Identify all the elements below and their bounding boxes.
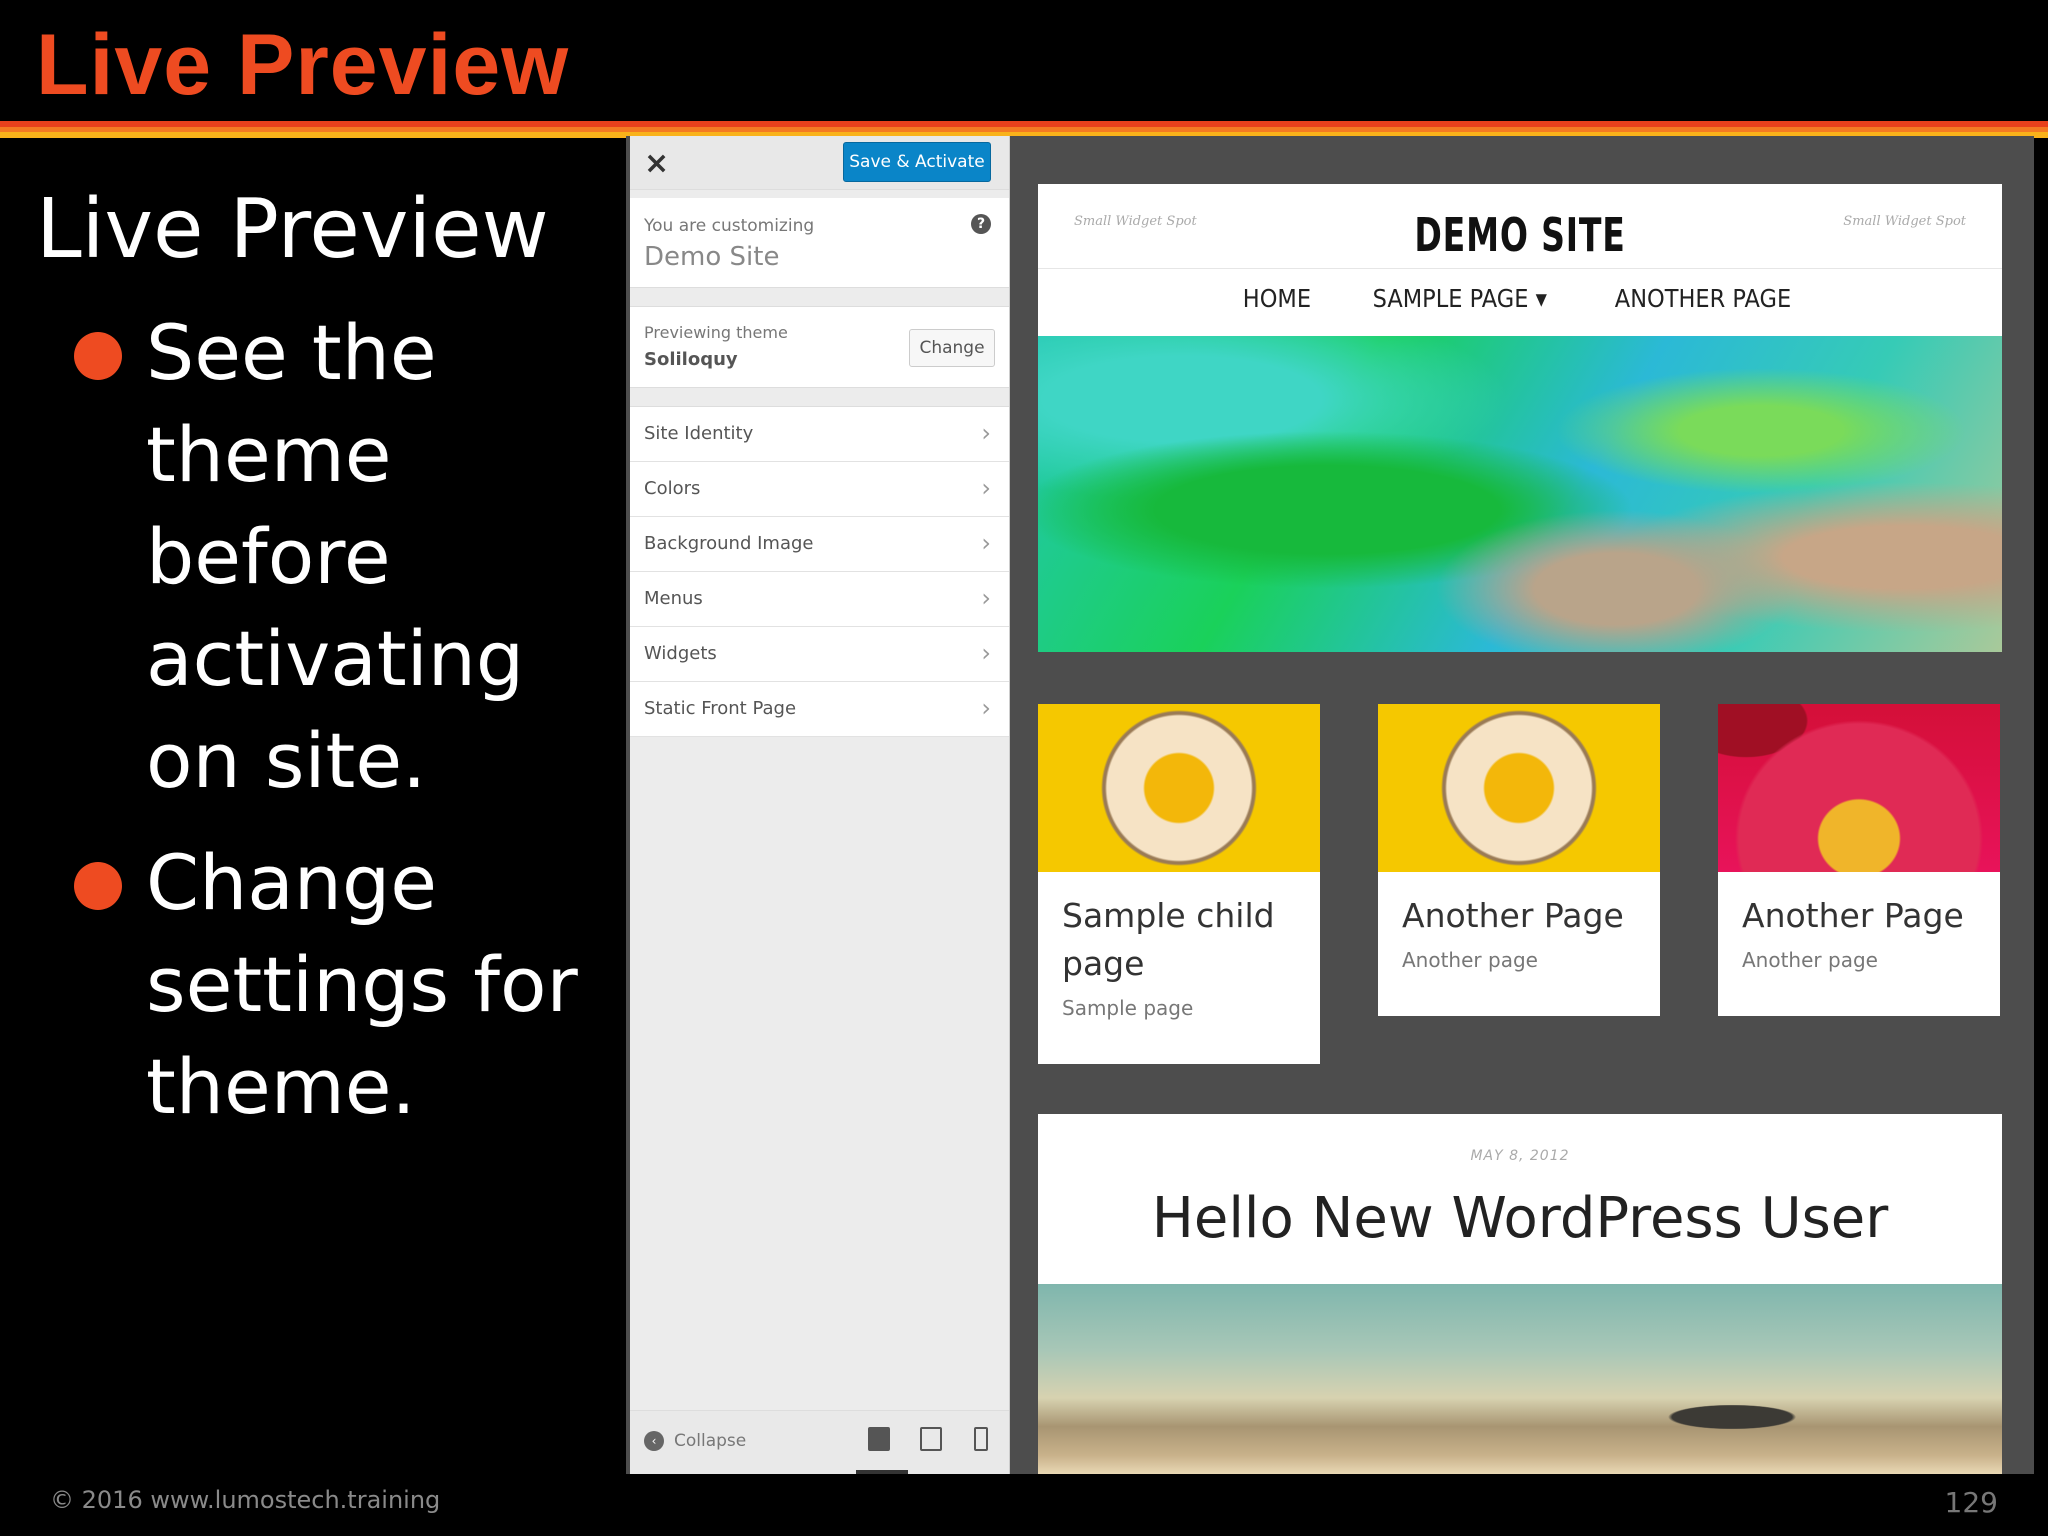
collapse-icon: ‹ (644, 1431, 664, 1451)
panel-site-identity[interactable]: Site Identity › (630, 407, 1009, 462)
blog-post: MAY 8, 2012 Hello New WordPress User (1038, 1114, 2002, 1474)
bullet-item: See the theme before activating on site. (74, 302, 614, 812)
mobile-icon[interactable] (974, 1427, 988, 1451)
slide-title: Live Preview (36, 17, 570, 113)
card-image (1378, 704, 1660, 872)
collapse-label: Collapse (674, 1431, 747, 1451)
card-image (1038, 704, 1320, 872)
customizer-toolbar: × Save & Activate (630, 136, 1009, 190)
post-featured-image (1038, 1284, 2002, 1474)
help-icon[interactable]: ? (971, 214, 991, 234)
panel-static-front-page[interactable]: Static Front Page › (630, 682, 1009, 737)
panel-label: Widgets (644, 643, 717, 664)
card-title: Another Page (1402, 896, 1624, 935)
theme-name: Soliloquy (644, 349, 738, 370)
nav-item-sample-page[interactable]: SAMPLE PAGE ▾ (1373, 284, 1547, 313)
page-card[interactable]: Sample child page Sample page (1038, 704, 1320, 1064)
panel-label: Menus (644, 588, 703, 609)
customizer-screenshot: × Save & Activate You are customizing De… (626, 136, 2034, 1474)
close-icon[interactable]: × (644, 146, 669, 181)
site-name: Demo Site (644, 242, 780, 272)
bullet-item: Change settings for theme. (74, 832, 614, 1138)
card-subtitle: Another page (1742, 948, 1878, 972)
tablet-icon[interactable] (920, 1427, 942, 1451)
bullet-dot-icon (74, 862, 122, 910)
site-header: Small Widget Spot Small Widget Spot DEMO… (1038, 184, 2002, 336)
change-theme-button[interactable]: Change (909, 329, 995, 367)
chevron-right-icon: › (981, 529, 991, 557)
customizing-info: You are customizing Demo Site ? (630, 198, 1009, 288)
post-date: MAY 8, 2012 (1470, 1148, 1570, 1164)
chevron-right-icon: › (981, 584, 991, 612)
chevron-right-icon: › (981, 419, 991, 447)
site-nav: HOME SAMPLE PAGE ▾ ANOTHER PAGE (1038, 284, 2002, 313)
previewing-label: Previewing theme (644, 323, 788, 342)
panel-widgets[interactable]: Widgets › (630, 627, 1009, 682)
panel-label: Background Image (644, 533, 814, 554)
bullet-dot-icon (74, 332, 122, 380)
nav-item-another-page[interactable]: ANOTHER PAGE (1614, 284, 1790, 313)
customizing-label: You are customizing (644, 216, 815, 236)
card-subtitle: Another page (1402, 948, 1538, 972)
card-title: Sample child page (1062, 896, 1275, 983)
chevron-right-icon: › (981, 694, 991, 722)
customizer-footer: ‹ Collapse (630, 1410, 1009, 1474)
card-title: Another Page (1742, 896, 1964, 935)
nav-divider (1038, 268, 2002, 269)
panel-label: Colors (644, 478, 701, 499)
bullet-text: See the theme before activating on site. (146, 308, 525, 805)
panel-background-image[interactable]: Background Image › (630, 517, 1009, 572)
customizer-sidebar: × Save & Activate You are customizing De… (630, 136, 1010, 1474)
chevron-right-icon: › (981, 639, 991, 667)
bullet-text: Change settings for theme. (146, 838, 578, 1131)
desktop-icon[interactable] (868, 1427, 890, 1451)
panel-menus[interactable]: Menus › (630, 572, 1009, 627)
page-card[interactable]: Another Page Another page (1718, 704, 2000, 1016)
active-device-indicator (856, 1470, 908, 1474)
site-title[interactable]: DEMO SITE (1134, 208, 1905, 262)
page-card[interactable]: Another Page Another page (1378, 704, 1660, 1016)
chevron-right-icon: › (981, 474, 991, 502)
panel-label: Static Front Page (644, 698, 797, 719)
theme-section: Previewing theme Soliloquy Change (630, 306, 1009, 388)
panel-colors[interactable]: Colors › (630, 462, 1009, 517)
hero-image (1038, 336, 2002, 652)
card-subtitle: Sample page (1062, 996, 1194, 1020)
card-image (1718, 704, 2000, 872)
customizer-panel-list: Site Identity › Colors › Background Imag… (630, 406, 1009, 737)
nav-item-home[interactable]: HOME (1243, 284, 1311, 313)
bullet-heading: Live Preview (36, 182, 549, 277)
slide-footer-copyright: © 2016 www.lumostech.training (50, 1486, 441, 1514)
slide-page-number: 129 (1944, 1486, 1998, 1519)
collapse-button[interactable]: ‹ Collapse (644, 1431, 746, 1451)
post-title[interactable]: Hello New WordPress User (1038, 1186, 2002, 1251)
save-activate-button[interactable]: Save & Activate (843, 142, 991, 182)
panel-label: Site Identity (644, 423, 754, 444)
